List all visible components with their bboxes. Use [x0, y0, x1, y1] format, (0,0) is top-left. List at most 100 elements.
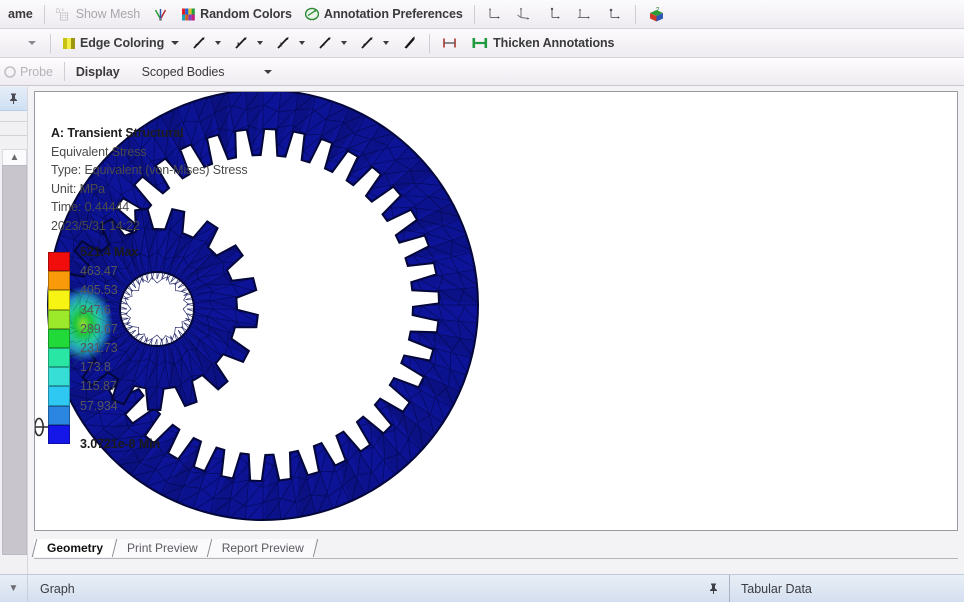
edge-thickness-3-button[interactable]: 1 — [269, 31, 311, 56]
annotation-line: 2023/5/31 14:22 — [51, 218, 140, 233]
view-axis-3-button[interactable] — [540, 2, 570, 27]
svg-text:1: 1 — [280, 43, 283, 49]
tab-report-preview[interactable]: Report Preview — [208, 539, 315, 557]
iso-view-button[interactable]: ? — [641, 2, 672, 27]
probe-icon — [3, 65, 16, 79]
view-axis-2-button[interactable] — [510, 2, 540, 27]
graphics-toolbar: ame D x Show Mesh Random Colors Annotati… — [0, 0, 964, 29]
vertical-scrollbar-thumb[interactable] — [2, 165, 27, 555]
edge-style-icon: 1 — [275, 35, 292, 51]
display-menu[interactable]: Display — [70, 59, 126, 84]
chevron-down-icon — [28, 41, 36, 45]
show-mesh-label: Show Mesh — [75, 7, 141, 21]
edge-style-icon — [359, 35, 376, 51]
tab-geometry[interactable]: Geometry — [34, 539, 115, 557]
tab-print-preview[interactable]: Print Preview — [114, 539, 209, 557]
tab-label: Print Preview — [127, 541, 198, 555]
random-axes-icon — [152, 6, 169, 22]
legend-swatch — [48, 309, 70, 329]
annotation-line: Equivalent Stress — [51, 144, 147, 159]
scroll-up-button[interactable]: ▲ — [2, 149, 27, 166]
left-panel-rail: ▲ — [0, 87, 28, 575]
tab-label: Geometry — [47, 541, 104, 555]
graph-panel-tab[interactable]: Graph — [28, 575, 730, 602]
axis-triad-icon — [546, 6, 564, 22]
annotation-title: A: Transient Structural — [51, 126, 184, 140]
legend-label: 231.73 — [80, 341, 118, 356]
legend-label: 521.4 Max — [80, 245, 139, 260]
chevron-down-icon — [215, 41, 222, 45]
thicken-annotations-button[interactable]: Thicken Annotations — [465, 31, 620, 56]
legend-swatch — [48, 252, 70, 272]
chevron-down-icon — [263, 69, 272, 74]
edge-style-icon — [191, 35, 208, 51]
legend-row: 57.934 — [48, 399, 160, 425]
random-colors-button[interactable]: Random Colors — [175, 2, 298, 27]
legend-label: 173.8 — [80, 360, 111, 375]
show-vertices-icon — [401, 35, 418, 51]
legend-swatch — [48, 290, 70, 310]
show-vertices-button[interactable] — [395, 31, 424, 56]
legend-swatch — [48, 271, 70, 291]
random-colors-icon — [181, 7, 196, 22]
annotation-size-icon — [441, 36, 459, 50]
legend-row: 3.0721e-8 Min — [48, 424, 160, 451]
legend-label: 347.6 — [80, 302, 111, 317]
toolbar-overflow-caret[interactable] — [2, 31, 45, 56]
scoped-bodies-dropdown[interactable]: Scoped Bodies — [136, 59, 278, 84]
rail-divider — [0, 121, 27, 122]
edge-style-icon — [317, 35, 334, 51]
chevron-down-icon: ▼ — [8, 582, 19, 594]
annotation-preferences-button[interactable]: Annotation Preferences — [298, 2, 469, 27]
legend-label: 3.0721e-8 Min — [80, 436, 160, 451]
graph-label: Graph — [40, 581, 75, 596]
toolbar-separator — [473, 4, 475, 24]
graphics-viewport[interactable]: A: Transient Structural Equivalent Stres… — [34, 91, 958, 531]
dock-expand-button[interactable]: ▼ — [0, 575, 28, 602]
toolbar-separator — [43, 4, 45, 24]
chevron-down-icon — [383, 41, 390, 45]
chevron-down-icon — [171, 41, 180, 45]
main-body: ▲ A: Transient Structural Equivalent Str… — [0, 87, 964, 575]
edge-display-toolbar: Edge Coloring 1 Thicken Annotations — [0, 29, 964, 58]
rail-divider — [0, 135, 27, 136]
wireframe-button[interactable]: ame — [2, 2, 39, 27]
edge-thickness-5-button[interactable] — [353, 31, 395, 56]
axis-triad-icon — [516, 6, 534, 22]
edge-coloring-button[interactable]: Edge Coloring — [56, 31, 185, 56]
scoped-bodies-value: Scoped Bodies — [141, 64, 225, 79]
chevron-up-icon: ▲ — [9, 152, 20, 163]
edge-thickness-2-button[interactable] — [227, 31, 269, 56]
view-axis-4-button[interactable] — [570, 2, 600, 27]
tab-label: Report Preview — [221, 541, 304, 555]
thicken-annotations-label: Thicken Annotations — [493, 36, 615, 50]
edge-thickness-4-button[interactable] — [311, 31, 353, 56]
annotation-size-button[interactable] — [435, 31, 465, 56]
bottom-dock-bar: ▼ Graph Tabular Data — [0, 574, 964, 602]
annotation-preferences-icon — [304, 6, 320, 22]
axis-triad-icon — [576, 6, 594, 22]
display-toolbar: Probe Display Scoped Bodies — [0, 58, 964, 86]
pin-panel-button[interactable] — [0, 87, 27, 111]
tabular-data-panel-tab[interactable]: Tabular Data — [730, 575, 964, 602]
tabular-data-label: Tabular Data — [741, 581, 812, 596]
viewport-tabs: Geometry Print Preview Report Preview — [34, 538, 327, 557]
probe-button[interactable]: Probe — [2, 59, 59, 84]
edge-style-icon — [233, 35, 250, 51]
random-axes-button[interactable] — [146, 2, 175, 27]
edge-thickness-1-button[interactable] — [185, 31, 227, 56]
legend-swatch — [48, 386, 70, 406]
view-axis-5-button[interactable] — [600, 2, 630, 27]
legend-swatch — [48, 405, 70, 425]
edge-coloring-icon — [62, 37, 76, 50]
legend-swatch — [48, 367, 70, 387]
pin-icon[interactable] — [708, 582, 719, 595]
legend-label: 405.53 — [80, 283, 118, 298]
view-cube-icon: ? — [647, 6, 666, 23]
axis-triad-icon — [486, 6, 504, 22]
show-mesh-button[interactable]: D x Show Mesh — [50, 2, 146, 27]
view-axis-1-button[interactable] — [480, 2, 510, 27]
chevron-down-icon — [341, 41, 348, 45]
thicken-annotations-icon — [471, 36, 489, 50]
contour-legend[interactable]: 521.4 Max 463.47 405.53 347.6 289.67 231… — [48, 245, 160, 451]
